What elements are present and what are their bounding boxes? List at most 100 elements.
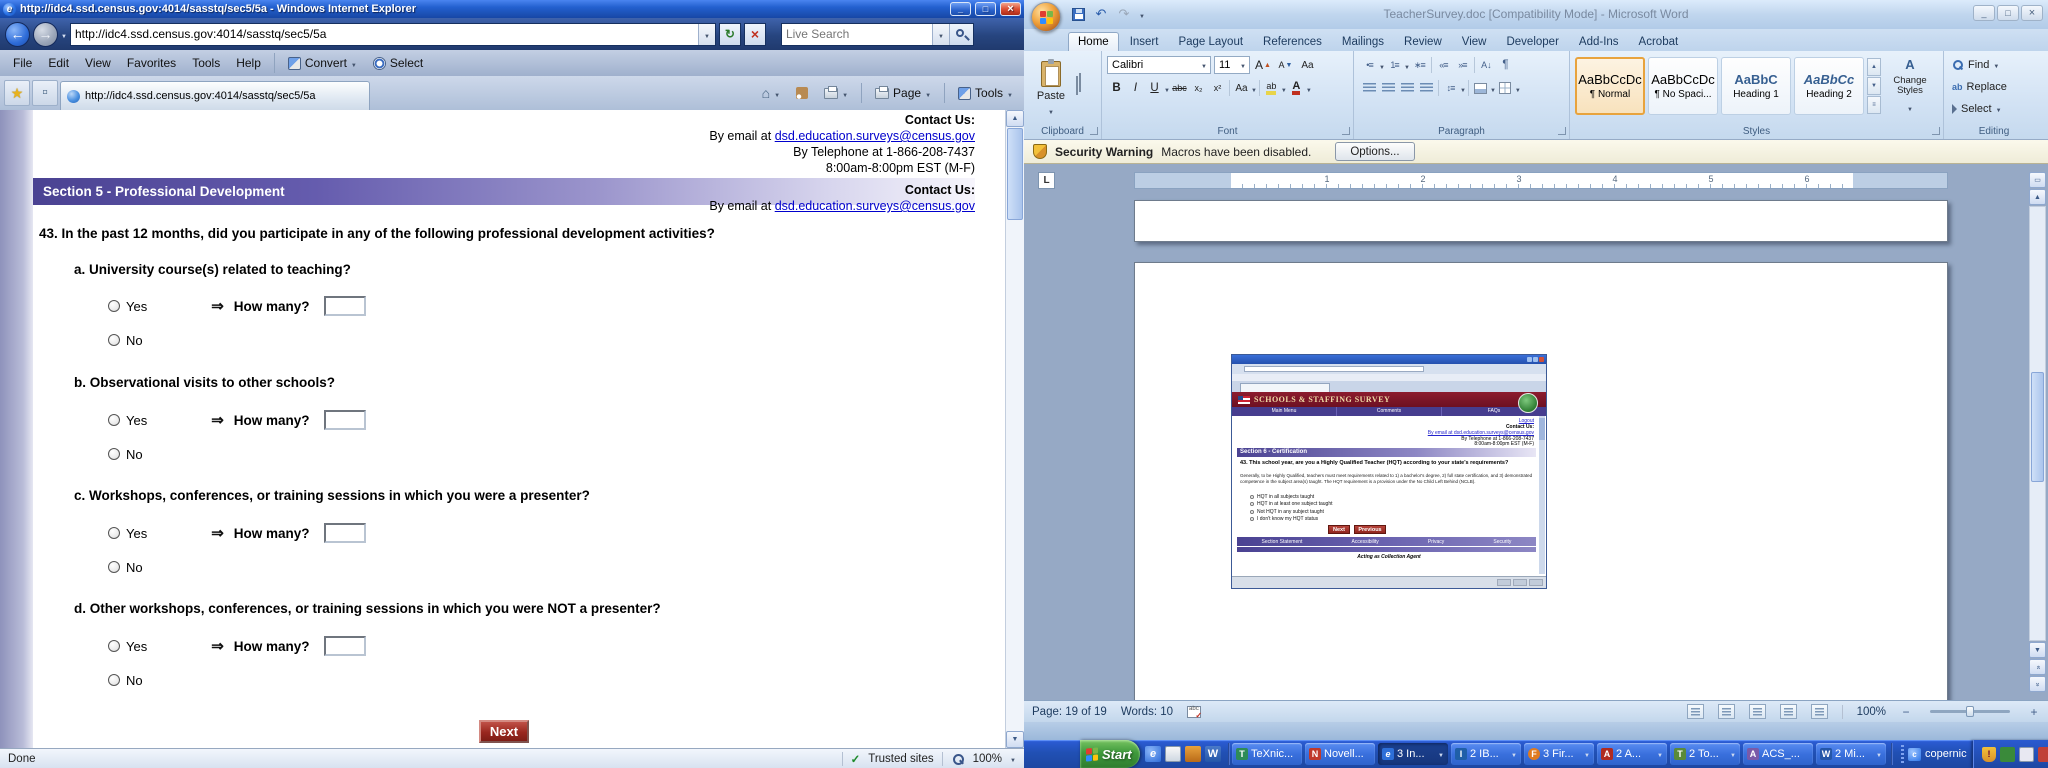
stop-button[interactable] — [744, 23, 766, 46]
redo-button[interactable] — [1116, 6, 1132, 22]
next-page-button[interactable]: « — [2029, 676, 2046, 692]
horizontal-ruler[interactable]: 1 2 3 4 5 6 — [1134, 172, 1948, 189]
quick-launch-word-icon[interactable]: W — [1205, 746, 1221, 762]
font-size-combo[interactable]: 11 — [1214, 56, 1250, 74]
undo-button[interactable] — [1093, 6, 1109, 22]
tray-antivirus-icon[interactable] — [2038, 747, 2048, 762]
search-button[interactable] — [949, 24, 973, 45]
font-color-dropdown-icon[interactable] — [1306, 79, 1312, 97]
styles-dialog-launcher[interactable] — [1932, 127, 1940, 135]
no-radio[interactable] — [108, 448, 120, 460]
how-many-input[interactable] — [324, 636, 366, 656]
next-button[interactable]: Next — [479, 720, 529, 743]
scroll-track[interactable] — [1006, 127, 1024, 731]
scroll-thumb[interactable] — [1007, 128, 1023, 220]
zoom-slider[interactable] — [1930, 710, 2010, 713]
no-label[interactable]: No — [126, 333, 143, 348]
zoom-slider-thumb[interactable] — [1966, 706, 1974, 717]
menu-edit[interactable]: Edit — [41, 53, 76, 73]
search-input[interactable] — [782, 27, 932, 41]
no-label[interactable]: No — [126, 673, 143, 688]
clear-formatting-button[interactable] — [1298, 56, 1317, 74]
strikethrough-button[interactable]: abc — [1170, 79, 1189, 97]
bold-button[interactable]: B — [1107, 79, 1126, 97]
full-screen-view-button[interactable] — [1718, 704, 1735, 719]
style-gallery-down-button[interactable]: ▼ — [1867, 77, 1881, 95]
tab-add-ins[interactable]: Add-Ins — [1570, 33, 1628, 51]
minimize-icon[interactable] — [1973, 5, 1995, 21]
style-gallery-more-button[interactable]: ≡ — [1867, 96, 1881, 114]
taskbar-app-ibm-group[interactable]: I2 IB... — [1451, 743, 1521, 765]
increase-indent-button[interactable] — [1453, 56, 1472, 74]
yes-radio[interactable] — [108, 527, 120, 539]
print-button[interactable] — [817, 83, 855, 103]
italic-button[interactable]: I — [1126, 79, 1145, 97]
email-link[interactable]: dsd.education.surveys@census.gov — [775, 199, 975, 213]
numbering-button[interactable] — [1385, 56, 1404, 74]
select-button[interactable]: Select — [366, 53, 430, 73]
change-case-dropdown-icon[interactable] — [1251, 79, 1257, 97]
underline-button[interactable]: U — [1145, 79, 1164, 97]
font-color-button[interactable]: A — [1287, 79, 1306, 97]
taskbar-app-to-group[interactable]: T2 To... — [1670, 743, 1740, 765]
font-name-combo[interactable]: Calibri — [1107, 56, 1211, 74]
menu-tools[interactable]: Tools — [185, 53, 227, 73]
yes-radio[interactable] — [108, 414, 120, 426]
zoom-out-button[interactable]: − — [1900, 705, 1912, 719]
close-icon[interactable] — [1000, 2, 1021, 16]
zoom-level[interactable]: 100% — [1857, 706, 1886, 718]
scroll-up-button[interactable] — [2029, 189, 2046, 205]
highlight-button[interactable]: ab — [1262, 79, 1281, 97]
ruler-toggle-button[interactable]: ▭ — [2029, 172, 2046, 188]
multilevel-list-button[interactable] — [1410, 56, 1429, 74]
outline-view-button[interactable] — [1780, 704, 1797, 719]
email-link[interactable]: dsd.education.surveys@census.gov — [775, 129, 975, 143]
feeds-button[interactable] — [789, 84, 815, 102]
copy-button[interactable] — [1076, 77, 1078, 95]
shading-button[interactable] — [1471, 79, 1490, 97]
maximize-icon[interactable] — [1997, 5, 2019, 21]
back-button[interactable] — [5, 22, 30, 47]
no-radio[interactable] — [108, 674, 120, 686]
page-indicator[interactable]: Page: 19 of 19 — [1032, 706, 1107, 718]
no-radio[interactable] — [108, 334, 120, 346]
style-card-normal[interactable]: AaBbCcDc ¶ Normal — [1575, 57, 1645, 115]
address-field[interactable] — [70, 23, 716, 46]
address-input[interactable] — [71, 25, 698, 44]
find-button[interactable]: Find — [1952, 59, 1999, 71]
forward-button[interactable] — [33, 22, 58, 47]
tab-stop-selector[interactable]: L — [1038, 172, 1055, 189]
add-tab-button[interactable] — [32, 80, 58, 106]
convert-button[interactable]: Convert — [281, 53, 364, 73]
sort-button[interactable] — [1477, 56, 1496, 74]
home-button[interactable] — [755, 82, 787, 104]
maximize-icon[interactable] — [975, 2, 996, 16]
change-case-button[interactable]: Aa — [1232, 79, 1251, 97]
menu-help[interactable]: Help — [229, 53, 268, 73]
clipboard-dialog-launcher[interactable] — [1090, 127, 1098, 135]
yes-radio[interactable] — [108, 300, 120, 312]
zoom-level[interactable]: 100% — [973, 753, 1002, 765]
no-label[interactable]: No — [126, 447, 143, 462]
justify-button[interactable] — [1417, 79, 1436, 97]
taskbar-app-acrobat-group[interactable]: A2 A... — [1597, 743, 1667, 765]
taskbar-app-word-group[interactable]: W2 Mi... — [1816, 743, 1886, 765]
paragraph-dialog-launcher[interactable] — [1558, 127, 1566, 135]
tray-agent-icon[interactable] — [2000, 747, 2015, 762]
page-menu-button[interactable]: Page — [868, 83, 938, 103]
history-dropdown-icon[interactable] — [61, 25, 67, 43]
quick-launch-browser-icon[interactable] — [1185, 746, 1201, 762]
bullets-button[interactable] — [1360, 56, 1379, 74]
scroll-thumb[interactable] — [2031, 372, 2044, 482]
align-left-button[interactable] — [1360, 79, 1379, 97]
show-marks-button[interactable] — [1496, 56, 1515, 74]
how-many-input[interactable] — [324, 296, 366, 316]
quick-launch-ie-icon[interactable]: e — [1145, 746, 1161, 762]
word-vertical-scrollbar[interactable]: ▭ « « — [2029, 172, 2046, 692]
scroll-track[interactable] — [2029, 206, 2046, 641]
tab-home[interactable]: Home — [1068, 32, 1119, 51]
grow-font-button[interactable]: ▲ — [1253, 56, 1273, 74]
tab-review[interactable]: Review — [1395, 33, 1451, 51]
taskbar-app-novell[interactable]: NNovell... — [1305, 743, 1375, 765]
web-layout-view-button[interactable] — [1749, 704, 1766, 719]
